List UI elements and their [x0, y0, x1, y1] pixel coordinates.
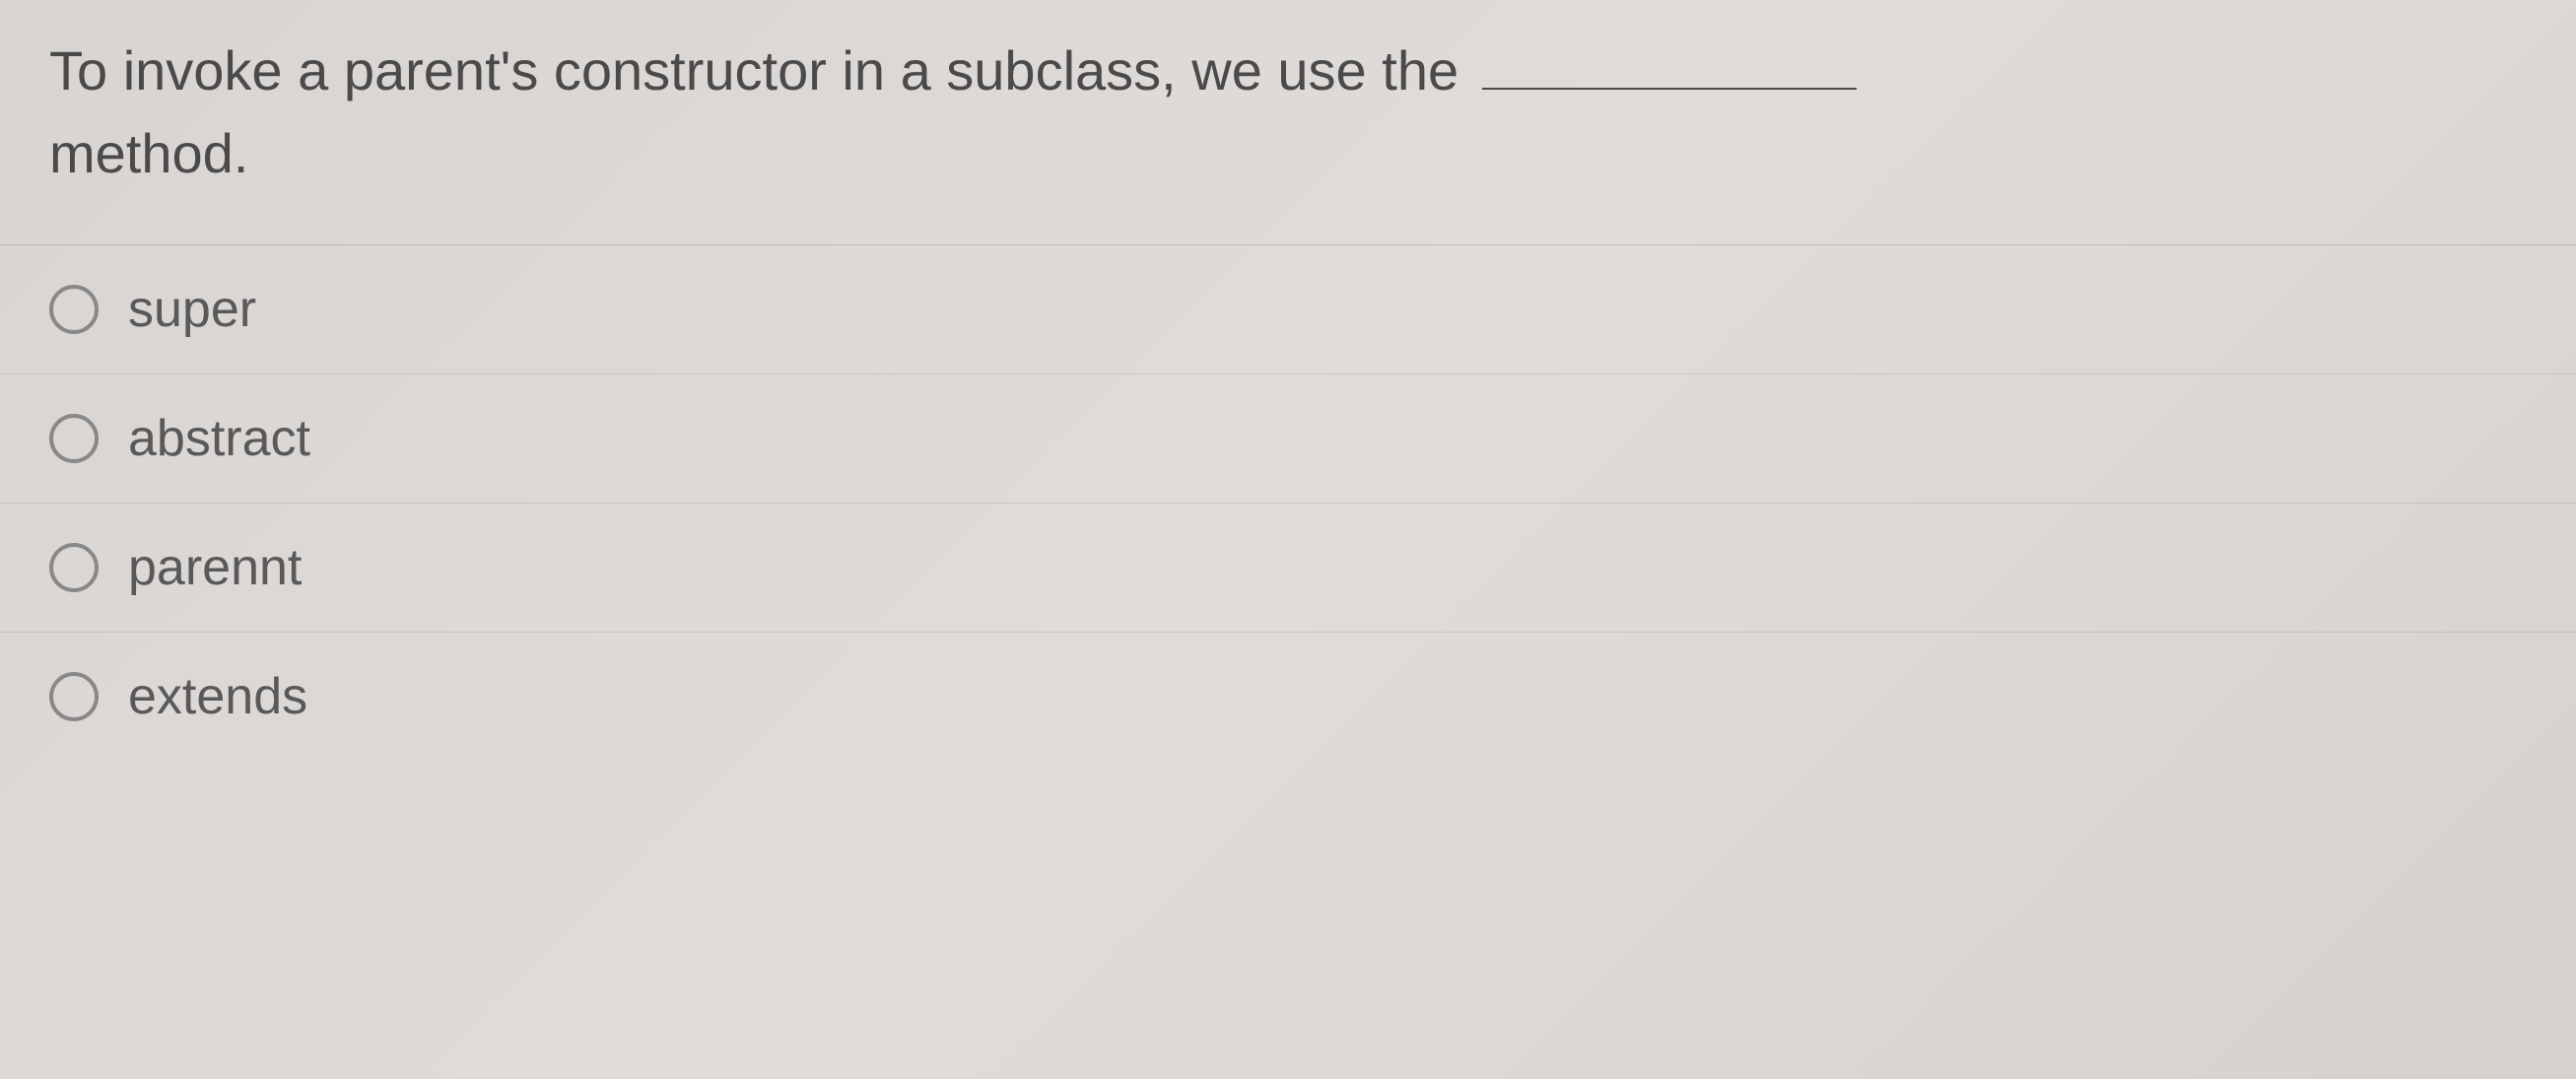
option-super[interactable]: super: [0, 245, 2576, 374]
question-part2: method.: [49, 122, 248, 184]
option-label: super: [128, 280, 256, 339]
radio-icon: [49, 543, 99, 592]
option-extends[interactable]: extends: [0, 633, 2576, 761]
quiz-container: To invoke a parent's constructor in a su…: [0, 0, 2576, 1079]
question-section: To invoke a parent's constructor in a su…: [0, 0, 2576, 245]
option-parennt[interactable]: parennt: [0, 504, 2576, 633]
radio-icon: [49, 285, 99, 334]
radio-icon: [49, 672, 99, 721]
option-label: extends: [128, 667, 307, 726]
question-text: To invoke a parent's constructor in a su…: [49, 30, 2527, 195]
blank-line: [1482, 40, 1857, 90]
option-label: parennt: [128, 538, 302, 597]
radio-icon: [49, 414, 99, 463]
option-abstract[interactable]: abstract: [0, 374, 2576, 504]
option-label: abstract: [128, 409, 310, 468]
options-section: super abstract parennt extends: [0, 245, 2576, 761]
question-part1: To invoke a parent's constructor in a su…: [49, 39, 1458, 101]
